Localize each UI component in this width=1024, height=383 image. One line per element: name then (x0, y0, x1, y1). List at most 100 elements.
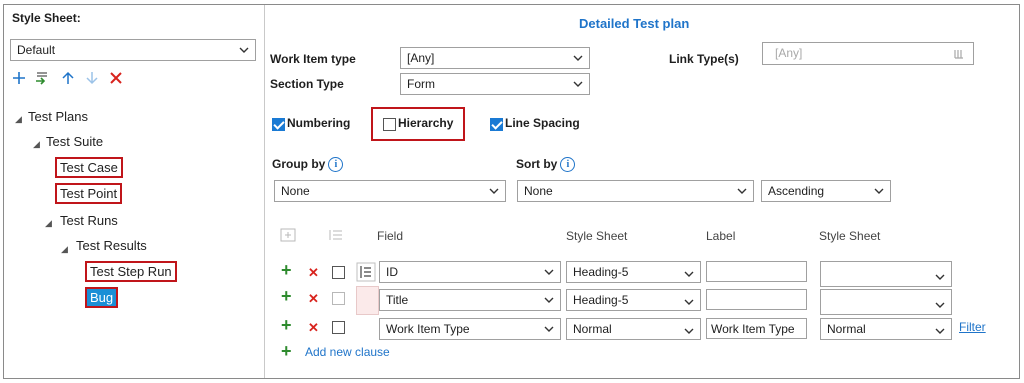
tree-item-test-suite[interactable]: Test Suite (46, 134, 103, 149)
row-checkbox[interactable] (332, 292, 345, 305)
field-value: Title (386, 293, 409, 307)
add-new-clause-icon[interactable]: + (281, 342, 292, 360)
tree-item-bug[interactable]: Bug (85, 287, 119, 308)
sort-by-select[interactable]: None (517, 180, 754, 202)
move-up-icon[interactable] (60, 70, 76, 86)
column-header-label: Label (706, 229, 736, 243)
move-down-icon[interactable] (84, 70, 100, 86)
chevron-down-icon (489, 188, 499, 194)
tree-item-test-results[interactable]: Test Results (76, 238, 147, 253)
hierarchy-label: Hierarchy (398, 116, 454, 130)
tree-item-test-runs[interactable]: Test Runs (60, 213, 118, 228)
line-spacing-checkbox[interactable] (490, 118, 503, 131)
chevron-down-icon (935, 328, 945, 334)
style-value: Heading-5 (573, 265, 629, 279)
chevron-down-icon (935, 274, 945, 280)
tree-item-test-plans[interactable]: Test Plans (28, 109, 88, 124)
label-input[interactable] (706, 289, 807, 310)
list-picker-icon[interactable] (953, 48, 965, 60)
indent-icon[interactable] (328, 227, 344, 243)
numbering-checkbox[interactable] (272, 118, 285, 131)
add-icon[interactable] (11, 70, 27, 86)
field-select[interactable]: ID (379, 261, 561, 283)
chevron-down-icon (544, 297, 554, 303)
group-by-text: Group by (272, 157, 326, 171)
label-input[interactable]: Work Item Type (706, 318, 807, 339)
label-input[interactable] (706, 261, 807, 282)
link-types-placeholder: [Any] (775, 46, 803, 60)
style-sheet-value: Default (17, 43, 56, 57)
style-select-2[interactable] (820, 261, 952, 287)
hierarchy-level-cell (356, 286, 379, 315)
field-value: Work Item Type (386, 322, 470, 336)
remove-clause-icon[interactable]: ✕ (308, 291, 319, 307)
group-by-value: None (281, 184, 310, 198)
add-clause-icon[interactable]: + (281, 316, 292, 334)
sort-order-select[interactable]: Ascending (761, 180, 891, 202)
chevron-down-icon (544, 326, 554, 332)
chevron-down-icon (573, 55, 583, 61)
style-sheet-select[interactable]: Default (10, 39, 256, 61)
line-spacing-label: Line Spacing (505, 116, 580, 130)
chevron-down-icon (684, 328, 694, 334)
column-header-style-sheet-2: Style Sheet (819, 229, 881, 243)
field-select[interactable]: Title (379, 289, 561, 311)
info-icon[interactable]: i (328, 157, 344, 173)
remove-clause-icon[interactable]: ✕ (308, 265, 319, 281)
hierarchy-checkbox[interactable] (383, 118, 396, 131)
link-types-label: Link Type(s) (669, 52, 739, 66)
style-sheet-editor: Style Sheet: Default ◢ Test Plans ◢ Test… (3, 4, 1020, 379)
add-clause-icon[interactable]: + (281, 261, 292, 279)
chevron-down-icon (544, 269, 554, 275)
column-header-field: Field (377, 229, 404, 243)
delete-icon[interactable] (108, 70, 124, 86)
style-select[interactable]: Normal (566, 318, 701, 340)
info-icon[interactable]: i (560, 157, 576, 173)
link-types-field[interactable]: [Any] (762, 42, 974, 65)
sort-by-value: None (524, 184, 553, 198)
row-checkbox[interactable] (332, 266, 345, 279)
tree-item-test-step-run[interactable]: Test Step Run (85, 261, 177, 282)
filter-link[interactable]: Filter (959, 320, 986, 334)
style-sheet-label: Style Sheet: (12, 11, 81, 25)
style-select[interactable]: Heading-5 (566, 289, 701, 311)
tree-item-test-case[interactable]: Test Case (55, 157, 123, 178)
work-item-type-select[interactable]: [Any] (400, 47, 590, 69)
chevron-down-icon (239, 47, 249, 53)
field-value: ID (386, 265, 398, 279)
group-by-label: Group by i (272, 157, 344, 173)
chevron-down-icon (935, 302, 945, 308)
add-clause-icon[interactable]: + (281, 287, 292, 305)
sort-order-value: Ascending (768, 184, 825, 198)
work-item-type-label: Work Item type (270, 52, 356, 66)
chevron-down-icon (684, 299, 694, 305)
remove-clause-icon[interactable]: ✕ (308, 320, 319, 336)
row-checkbox[interactable] (332, 321, 345, 334)
section-type-label: Section Type (270, 77, 344, 91)
work-item-type-value: [Any] (407, 51, 435, 65)
section-type-value: Form (407, 77, 435, 91)
style-select-2[interactable] (820, 289, 952, 315)
expand-triangle-icon[interactable]: ◢ (33, 139, 40, 150)
style2-value: Normal (827, 322, 866, 336)
left-panel: Style Sheet: Default ◢ Test Plans ◢ Test… (4, 5, 265, 378)
add-new-clause-link[interactable]: Add new clause (305, 345, 390, 359)
group-by-select[interactable]: None (274, 180, 506, 202)
chevron-down-icon (684, 271, 694, 277)
expand-triangle-icon[interactable]: ◢ (61, 244, 68, 255)
import-icon[interactable] (34, 70, 50, 86)
expand-triangle-icon[interactable]: ◢ (45, 218, 52, 229)
hierarchy-level-icon[interactable] (356, 262, 376, 282)
tree-item-test-point[interactable]: Test Point (55, 183, 123, 204)
add-row-icon[interactable] (280, 227, 296, 243)
section-type-select[interactable]: Form (400, 73, 590, 95)
sort-by-label: Sort by i (516, 157, 576, 173)
expand-triangle-icon[interactable]: ◢ (15, 114, 22, 125)
sort-by-text: Sort by (516, 157, 558, 171)
style-select[interactable]: Heading-5 (566, 261, 701, 283)
page-title: Detailed Test plan (579, 16, 690, 31)
field-select[interactable]: Work Item Type (379, 318, 561, 340)
style-select-2[interactable]: Normal (820, 318, 952, 340)
chevron-down-icon (737, 188, 747, 194)
style-value: Normal (573, 322, 612, 336)
